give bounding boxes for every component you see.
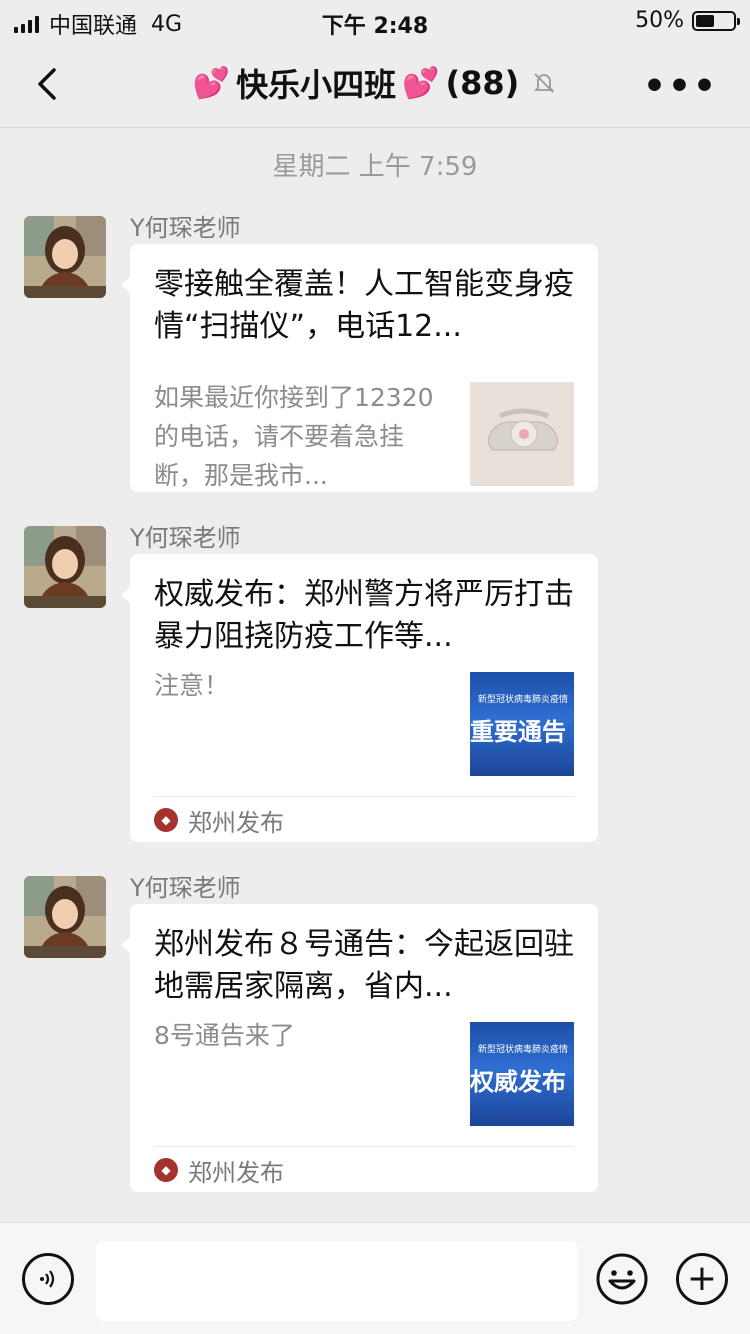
thumb-subtitle: 新型冠状病毒肺炎疫情	[478, 1045, 569, 1055]
link-thumbnail: 新型冠状病毒肺炎疫情 重要通告	[470, 672, 574, 776]
voice-input-icon[interactable]	[22, 1253, 74, 1305]
message-timestamp: 星期二 上午 7:59	[272, 152, 478, 182]
source-name: 郑州发布	[188, 1158, 284, 1187]
member-count: (88)	[445, 64, 520, 102]
link-description: 如果最近你接到了12320的电话，请不要着急挂断，那是我市...	[154, 383, 434, 490]
sender-avatar[interactable]	[24, 876, 106, 958]
battery-percent: 50%	[635, 8, 684, 33]
source-logo-icon: ◆	[154, 808, 178, 832]
thumb-headline: 权威发布	[470, 1068, 566, 1096]
link-description: 注意！	[154, 671, 230, 700]
link-source: ◆ 郑州发布	[154, 796, 574, 843]
chat-title[interactable]: 💕 快乐小四班 💕 (88)	[0, 60, 750, 106]
message-input[interactable]	[96, 1241, 578, 1321]
avatar-portrait-icon	[24, 526, 106, 608]
avatar-portrait-icon	[24, 876, 106, 958]
telephone-icon	[470, 382, 574, 486]
link-thumbnail: 新型冠状病毒肺炎疫情 权威发布	[470, 1022, 574, 1126]
sender-name: Y何琛老师	[130, 214, 241, 242]
more-options-icon[interactable]: •••	[643, 66, 718, 107]
chat-header: 💕 快乐小四班 💕 (88) •••	[0, 42, 750, 128]
sender-avatar[interactable]	[24, 216, 106, 298]
link-source: ◆ 郑州发布	[154, 1146, 574, 1193]
link-thumbnail	[470, 382, 574, 486]
source-logo-icon: ◆	[154, 1158, 178, 1182]
status-bar: 中国联通 4G 下午 2:48 50%	[0, 0, 750, 42]
heart-emoji-icon: 💕	[192, 65, 231, 101]
link-card[interactable]: 权威发布：郑州警方将严厉打击暴力阻挠防疫工作等... 注意！ 新型冠状病毒肺炎疫…	[121, 554, 598, 843]
thumb-headline: 重要通告	[470, 718, 566, 746]
link-title: 零接触全覆盖！人工智能变身疫情“扫描仪”，电话12...	[154, 267, 574, 344]
notice-banner-image: 新型冠状病毒肺炎疫情 重要通告	[470, 672, 574, 776]
source-name: 郑州发布	[188, 808, 284, 837]
link-title: 权威发布：郑州警方将严厉打击暴力阻挠防疫工作等...	[154, 577, 574, 654]
heart-emoji-icon: 💕	[402, 65, 440, 101]
announcement-banner-image: 新型冠状病毒肺炎疫情 权威发布	[470, 1022, 574, 1126]
sender-avatar[interactable]	[24, 526, 106, 608]
sender-name: Y何琛老师	[130, 874, 241, 902]
link-description: 8号通告来了	[154, 1021, 295, 1050]
chat-title-text: 快乐小四班	[236, 66, 397, 104]
battery-icon	[692, 10, 740, 31]
sender-name: Y何琛老师	[130, 524, 241, 552]
mute-bell-icon	[534, 73, 555, 93]
chat-input-bar: +	[0, 1222, 750, 1334]
avatar-portrait-icon	[24, 216, 106, 298]
emoji-icon[interactable]	[596, 1253, 648, 1305]
link-title: 郑州发布８号通告：今起返回驻地需居家隔离，省内...	[154, 927, 574, 1004]
link-card[interactable]: 郑州发布８号通告：今起返回驻地需居家隔离，省内... 8号通告来了 新型冠状病毒…	[121, 904, 598, 1193]
thumb-subtitle: 新型冠状病毒肺炎疫情	[478, 695, 569, 705]
link-card[interactable]: 零接触全覆盖！人工智能变身疫情“扫描仪”，电话12... 如果最近你接到了123…	[121, 244, 598, 492]
add-more-icon[interactable]: +	[676, 1253, 728, 1305]
